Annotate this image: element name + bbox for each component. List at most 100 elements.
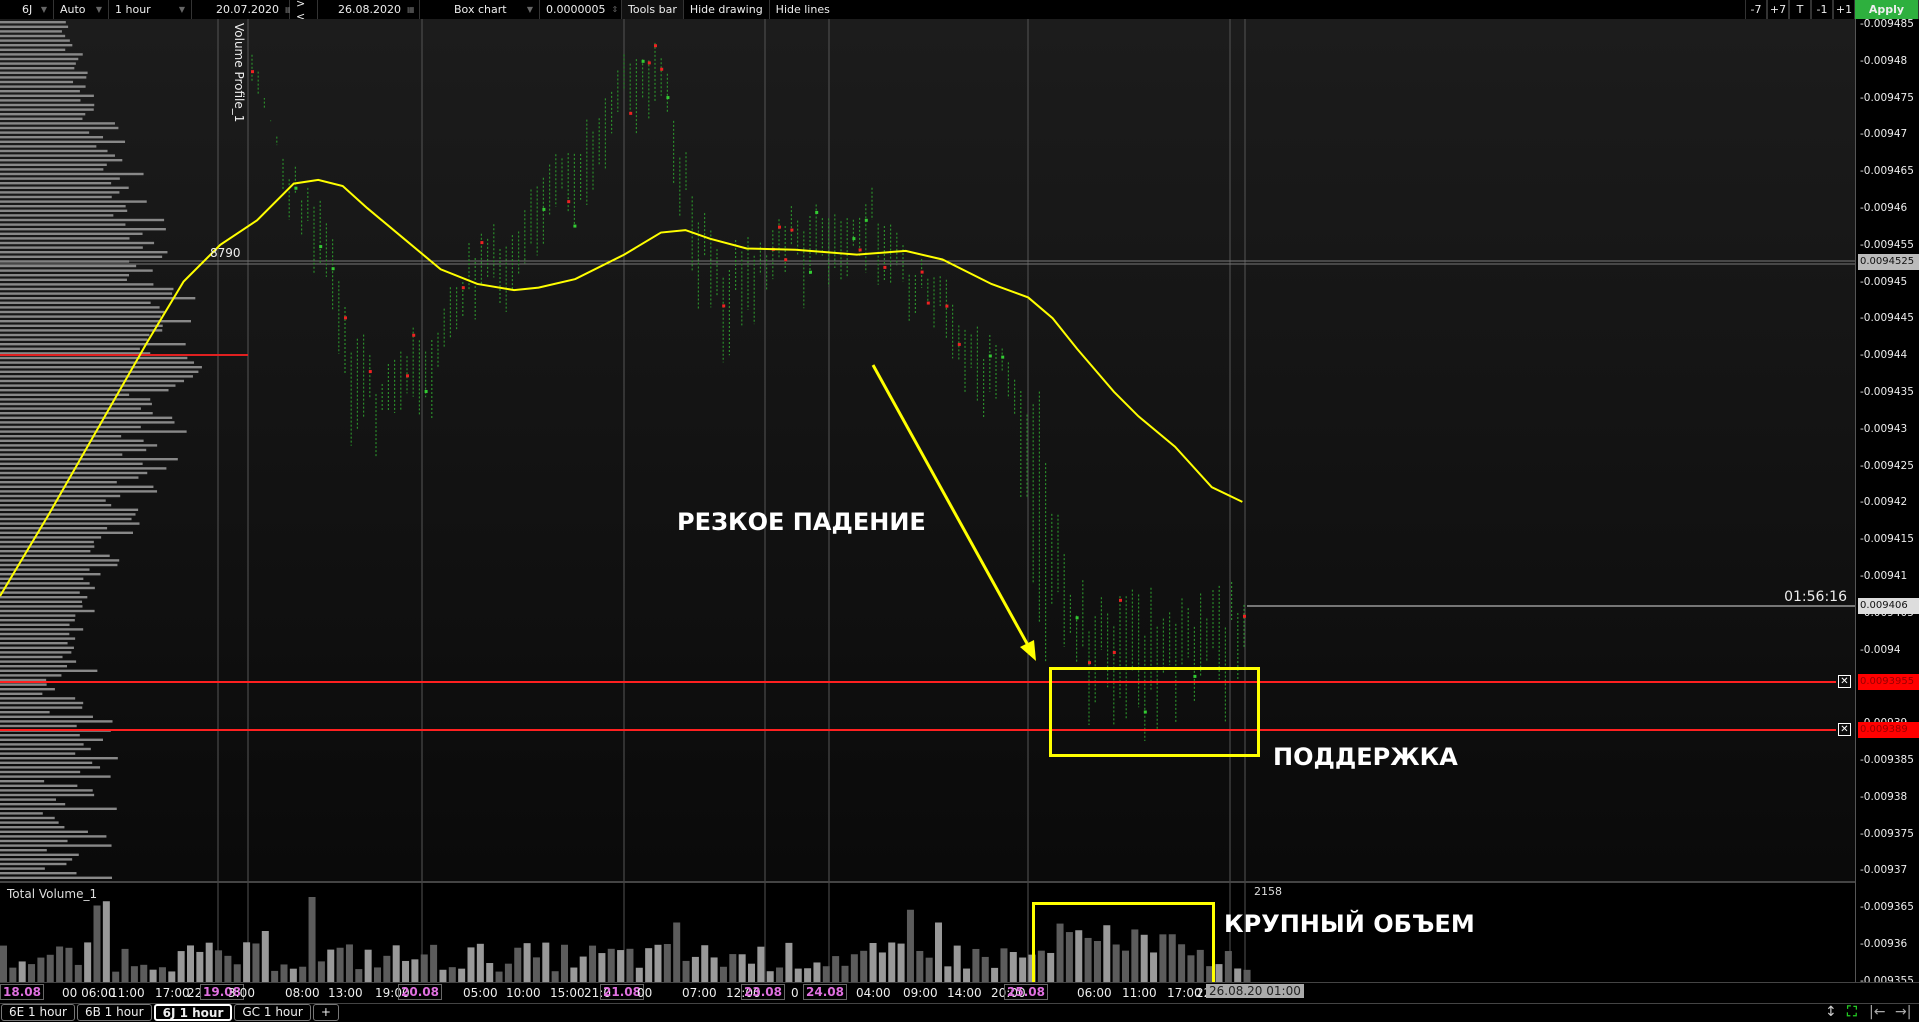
volume-profile-bar [0,297,196,300]
volume-bar [149,969,157,982]
remove-line-icon[interactable]: ✕ [1838,675,1851,688]
volume-bar [766,971,774,982]
volume-profile-bar [0,126,119,130]
tab-6b[interactable]: 6B 1 hour [76,1004,152,1021]
volume-profile-bar [0,172,144,176]
support-lower-price-label: 0.009389 [1858,722,1919,738]
volume-profile-bar [0,407,141,410]
chart-type-select[interactable]: Box chart ▼ [420,0,540,19]
bar-marker [945,304,949,308]
scroll-end-icon[interactable]: →| [1895,1004,1919,1022]
volume-profile-bar [0,508,139,511]
apply-button[interactable]: Apply [1855,0,1919,19]
bar-marker [988,354,992,358]
volume-bar [336,947,344,982]
annotation-sharp-drop: РЕЗКОЕ ПАДЕНИЕ [677,508,926,536]
volume-profile-bar [0,609,95,613]
shift-plus1-button[interactable]: +1 [1833,0,1855,19]
volume-profile-bar [0,168,104,171]
volume-bar [430,944,438,982]
scale-select[interactable]: Auto ▼ [54,0,109,19]
bar-marker [1075,616,1079,620]
tab-6j[interactable]: 6J 1 hour [153,1004,233,1021]
current-price-label: 0.009406 [1858,598,1919,614]
date-from-input[interactable]: 20.07.2020 ▦ [192,0,293,19]
timeframe-select[interactable]: 1 hour ▼ [109,0,192,19]
price-tick: -0.00943 [1860,422,1908,435]
bar-marker [319,245,323,249]
volume-profile-bar [0,669,98,672]
add-tab-button[interactable]: + [312,1004,339,1021]
bar-marker [883,265,887,269]
volume-bar [504,963,512,982]
volume-profile-bar [0,665,68,668]
bar-marker [666,96,670,100]
bar-marker [920,270,924,274]
volume-profile-bar [0,25,69,28]
tick-size-stepper[interactable]: 0.0000005 ⇕ [540,0,622,19]
volume-profile-bar [0,568,90,571]
volume-bar [1224,951,1232,982]
calendar-icon[interactable]: ▦ [401,5,415,14]
volume-profile-bar [0,591,80,594]
price-tick: -0.009375 [1860,827,1914,840]
hide-drawing-button[interactable]: Hide drawing [683,0,770,19]
poc-price-label: 0.0094525 [1858,254,1919,270]
volume-bar [1000,948,1008,982]
volume-bar [663,944,671,982]
volume-profile-bar [0,200,147,203]
volume-profile-bar [0,706,83,709]
volume-profile-bar [0,375,193,378]
volume-profile-bar [0,780,45,783]
scroll-start-icon[interactable]: |← [1869,1004,1893,1022]
symbol-select[interactable]: 6J ▼ [0,0,54,19]
volume-profile-bar [0,122,115,125]
volume-profile-bar [0,232,143,235]
date-to-input[interactable]: 26.08.2020 ▦ [318,0,420,19]
shift-minus7-button[interactable]: -7 [1745,0,1767,19]
price-tick: -0.0094 [1860,643,1901,656]
volume-bar [617,950,625,982]
bar-marker [294,186,298,190]
volume-bar [794,968,802,982]
hide-lines-button[interactable]: Hide lines [769,0,836,19]
volume-profile-bar [0,757,118,760]
range-nav-button[interactable]: > < [290,0,318,23]
volume-profile-bar [0,67,75,70]
volume-bar [579,956,587,982]
volume-bar [738,954,746,982]
today-button[interactable]: T [1789,0,1811,19]
volume-profile-bar [0,577,84,580]
volume-bar [289,968,297,982]
tab-6e[interactable]: 6E 1 hour [1,1004,75,1021]
volume-profile-bar [0,333,150,337]
shift-plus7-button[interactable]: +7 [1767,0,1789,19]
price-axis[interactable]: -0.009485 -0.00948 -0.009475 -0.00947 -0.009… [1855,18,1919,987]
volume-profile-bar [0,711,50,714]
time-axis-label: 08:00 [285,986,320,1000]
volume-profile-bar [0,660,77,663]
time-axis-label: 06:00 [1077,986,1112,1000]
shift-minus1-button[interactable]: -1 [1811,0,1833,19]
volume-bar [589,945,597,982]
volume-profile-bar [0,623,70,626]
volume-profile-bar [0,582,90,585]
price-chart[interactable]: Volume Profile_1 8790 01:56:16 РЕЗКОЕ ПА… [0,19,1855,881]
volume-profile-bar [0,76,87,79]
volume-profile-bar [0,554,110,557]
remove-line-icon[interactable]: ✕ [1838,723,1851,736]
tools-bar-button[interactable]: Tools bar [622,0,684,19]
volume-profile-bar [0,223,126,226]
volume-bar [598,953,606,982]
volume-profile-bar [0,338,148,341]
volume-profile-bar [0,356,188,360]
fit-screen-icon[interactable]: ⛶ [1847,1004,1867,1022]
volume-profile-bar [0,752,76,755]
volume-bar [635,967,643,982]
tab-gc[interactable]: GC 1 hour [234,1004,311,1021]
vertical-resize-icon[interactable]: ↕ [1825,1004,1845,1022]
stepper-icon[interactable]: ⇕ [606,5,619,14]
bar-marker [251,70,254,74]
volume-profile-bar [0,246,143,249]
time-axis[interactable]: 18.08 00 06:00 11:00 17:00 22 19.08 3:00 08:00 1… [0,982,1919,1004]
